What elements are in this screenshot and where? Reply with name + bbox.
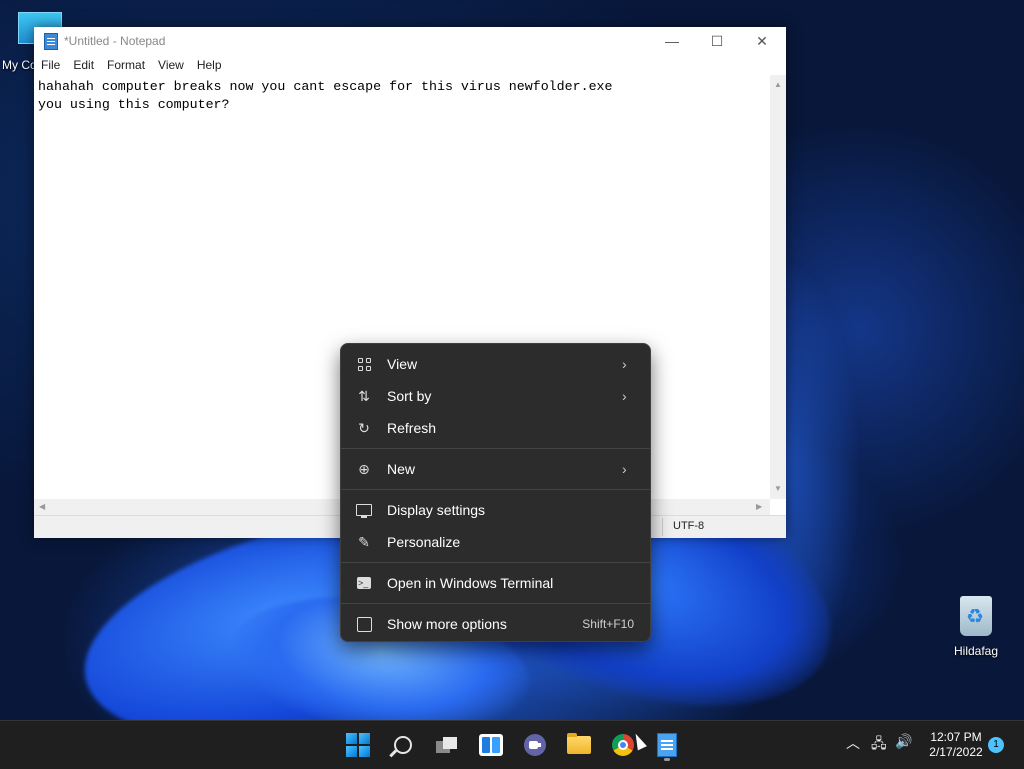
menu-item-personalize[interactable]: ✎ Personalize (345, 527, 646, 557)
menu-item-sort-by[interactable]: ⇅ Sort by › (345, 381, 646, 411)
desktop-context-menu: View › ⇅ Sort by › ↻ Refresh ⊕ New › Dis… (340, 343, 651, 642)
menu-item-label: Show more options (387, 616, 507, 632)
system-clock[interactable]: 12:07 PM 2/17/2022 (922, 730, 990, 760)
start-button[interactable] (341, 729, 375, 761)
menu-view[interactable]: View (158, 55, 184, 75)
menu-separator (341, 489, 650, 490)
menu-item-show-more-options[interactable]: Show more options Shift+F10 (345, 609, 646, 639)
menu-item-new[interactable]: ⊕ New › (345, 454, 646, 484)
menu-file[interactable]: File (41, 55, 60, 75)
clock-date: 2/17/2022 (929, 745, 983, 759)
volume-icon[interactable]: 🔊 (895, 733, 912, 750)
menu-separator (341, 562, 650, 563)
menu-format[interactable]: Format (107, 55, 145, 75)
scroll-down-icon[interactable]: ▼ (774, 484, 782, 493)
menu-item-shortcut: Shift+F10 (582, 617, 634, 631)
menu-separator (341, 603, 650, 604)
status-divider (662, 518, 663, 536)
refresh-icon: ↻ (358, 419, 370, 436)
display-icon (355, 501, 373, 519)
chrome-icon (612, 734, 634, 756)
chevron-right-icon: › (622, 388, 627, 404)
widgets-button[interactable] (474, 729, 508, 761)
scroll-left-icon[interactable]: ◀ (39, 502, 45, 511)
menu-bar: File Edit Format View Help (34, 55, 786, 75)
recycle-bin-icon (960, 596, 992, 636)
chat-icon (524, 734, 546, 756)
notepad-icon (657, 733, 677, 757)
menu-item-label: Refresh (387, 420, 437, 436)
menu-item-view[interactable]: View › (345, 349, 646, 379)
chevron-up-icon[interactable]: ︿ (846, 733, 860, 753)
vertical-scrollbar[interactable]: ▲ ▼ (770, 75, 786, 499)
menu-item-label: Open in Windows Terminal (387, 575, 554, 591)
menu-item-display-settings[interactable]: Display settings (345, 495, 646, 525)
widgets-icon (479, 734, 503, 756)
task-view-icon (436, 737, 458, 753)
encoding-status: UTF-8 (673, 520, 705, 532)
minimize-button[interactable]: — (649, 27, 695, 55)
menu-separator (341, 448, 650, 449)
menu-item-label: Sort by (387, 388, 432, 404)
grid-icon (355, 355, 373, 373)
chat-button[interactable] (518, 729, 552, 761)
network-icon[interactable]: 🖧 (871, 733, 887, 757)
search-icon (394, 736, 412, 754)
chevron-right-icon: › (622, 461, 627, 477)
desktop-icon-recycle-bin[interactable]: Hildafag (948, 596, 1004, 658)
search-button[interactable] (386, 729, 420, 761)
window-title: *Untitled - Notepad (64, 34, 166, 48)
desktop-icon-label: My Co (2, 58, 37, 72)
menu-item-label: New (387, 461, 416, 477)
menu-item-label: Personalize (387, 534, 461, 550)
chevron-right-icon: › (622, 356, 627, 372)
task-view-button[interactable] (430, 729, 464, 761)
notepad-icon (44, 32, 58, 50)
menu-edit[interactable]: Edit (73, 55, 94, 75)
pen-icon: ✎ (358, 533, 370, 550)
menu-item-label: View (387, 356, 418, 372)
maximize-button[interactable]: ☐ (694, 27, 740, 55)
menu-item-open-terminal[interactable]: >_ Open in Windows Terminal (345, 568, 646, 598)
running-indicator (664, 758, 670, 761)
scroll-up-icon[interactable]: ▲ (774, 80, 782, 89)
close-button[interactable]: ✕ (739, 27, 785, 55)
menu-item-refresh[interactable]: ↻ Refresh (345, 413, 646, 443)
terminal-icon: >_ (355, 574, 373, 592)
notepad-taskbar-button[interactable] (650, 729, 684, 761)
plus-circle-icon: ⊕ (358, 460, 370, 477)
menu-item-label: Display settings (387, 502, 486, 518)
scroll-right-icon[interactable]: ▶ (756, 502, 762, 511)
menu-help[interactable]: Help (197, 55, 222, 75)
taskbar: ︿ 🖧 🔊 12:07 PM 2/17/2022 1 (0, 720, 1024, 769)
notification-badge[interactable]: 1 (988, 737, 1004, 753)
file-explorer-button[interactable] (562, 729, 596, 761)
windows-logo-icon (346, 733, 370, 757)
clock-time: 12:07 PM (930, 730, 982, 744)
desktop-icon-label: Hildafag (953, 644, 999, 658)
more-options-icon (355, 615, 373, 633)
title-bar[interactable]: *Untitled - Notepad — ☐ ✕ (34, 27, 786, 55)
folder-icon (567, 733, 591, 754)
sort-icon: ⇅ (358, 387, 370, 404)
